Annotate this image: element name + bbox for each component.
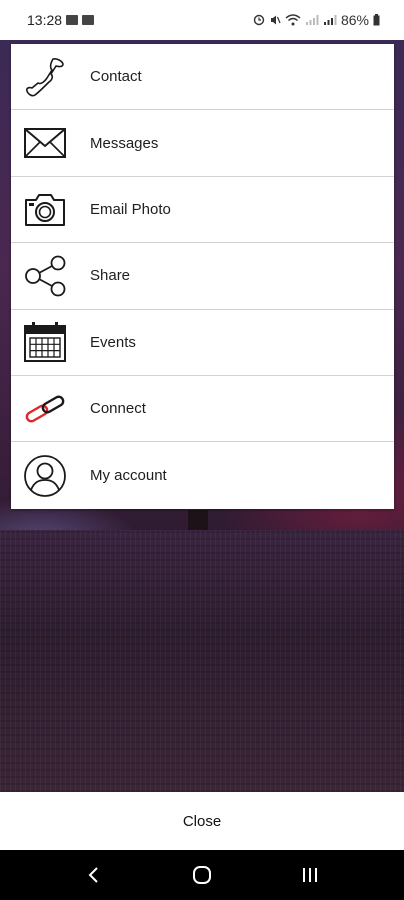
status-bar: 13:28 86%: [0, 0, 404, 40]
mute-icon: [270, 15, 281, 25]
close-bar: Close: [0, 792, 404, 850]
menu-card: Contact Messages Email Photo Share Event…: [11, 44, 394, 509]
wifi-icon: [285, 14, 301, 26]
menu-item-messages[interactable]: Messages: [11, 110, 394, 177]
back-icon: [88, 867, 98, 883]
menu-item-share[interactable]: Share: [11, 243, 394, 310]
signal-icon: [305, 15, 319, 25]
share-icon: [23, 254, 67, 298]
tree-silhouette: [188, 510, 208, 532]
recents-button[interactable]: [290, 855, 330, 895]
home-icon: [193, 866, 211, 884]
alarm-icon: [253, 14, 265, 26]
back-button[interactable]: [74, 855, 114, 895]
menu-item-events[interactable]: Events: [11, 310, 394, 376]
link-icon: [23, 387, 67, 431]
close-button[interactable]: Close: [183, 813, 221, 830]
menu-item-label: My account: [90, 467, 167, 485]
phone-icon: [23, 55, 67, 99]
envelope-icon: [23, 121, 67, 165]
recents-icon: [303, 868, 317, 882]
menu-item-connect[interactable]: Connect: [11, 376, 394, 443]
menu-item-my-account[interactable]: My account: [11, 442, 394, 508]
menu-item-label: Email Photo: [90, 200, 171, 218]
user-icon: [23, 454, 67, 498]
battery-percentage: 86%: [340, 12, 369, 28]
status-time: 13:28: [27, 12, 63, 28]
menu-item-label: Events: [90, 333, 136, 351]
battery-icon: [373, 14, 380, 26]
field: [0, 530, 404, 792]
calendar-icon: [23, 320, 67, 364]
menu-item-label: Contact: [90, 68, 142, 86]
navigation-bar: [0, 850, 404, 900]
notification-icon: [66, 15, 79, 25]
notification-icon: [82, 15, 95, 25]
menu-item-contact[interactable]: Contact: [11, 44, 394, 111]
menu-item-label: Connect: [90, 400, 146, 418]
menu-item-email-photo[interactable]: Email Photo: [11, 177, 394, 244]
menu-item-label: Messages: [90, 134, 159, 152]
home-button[interactable]: [182, 855, 222, 895]
status-left: 13:28: [27, 12, 95, 28]
camera-icon: [23, 187, 67, 231]
signal-icon: [323, 15, 337, 25]
menu-item-label: Share: [90, 267, 131, 285]
status-right: 86%: [253, 12, 380, 28]
